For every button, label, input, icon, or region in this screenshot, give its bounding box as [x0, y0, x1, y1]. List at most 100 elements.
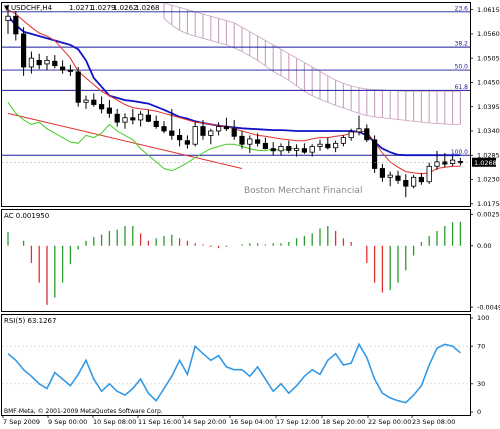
candle-body[interactable] — [114, 113, 120, 123]
cloud-span-a — [179, 7, 188, 11]
cloud-span-b — [319, 98, 328, 103]
cloud-span-b — [257, 60, 266, 66]
candle-body[interactable] — [184, 140, 190, 145]
candle-body[interactable] — [5, 15, 11, 22]
ac-axis-label: 0.00 — [477, 242, 491, 250]
cloud-span-b — [304, 90, 313, 97]
candle-body[interactable] — [239, 135, 245, 145]
candle-body[interactable] — [200, 126, 206, 136]
candle-body[interactable] — [278, 146, 284, 152]
fib-level-label: 61.8 — [455, 84, 469, 91]
candle-body[interactable] — [106, 107, 112, 114]
candle-body[interactable] — [52, 60, 58, 67]
rsi-label: RSI(5) 63.1267 — [4, 317, 56, 325]
candle-body[interactable] — [99, 104, 105, 110]
fib-level-label: 38.2 — [455, 41, 469, 48]
candle-body[interactable] — [262, 142, 269, 150]
candle-body[interactable] — [293, 148, 300, 151]
cloud-span-b — [218, 42, 227, 46]
candle-body[interactable] — [153, 120, 159, 127]
price-panel: 23.638.250.061.8100.01.02681.06151.05601… — [2, 2, 500, 208]
cloud-span-a — [280, 48, 289, 55]
cloud-span-b — [343, 107, 352, 112]
time-axis-label: 7 Sep 2009 — [3, 418, 40, 426]
time-axis-label: 14 Sep 20:00 — [183, 418, 226, 426]
candle-body[interactable] — [247, 138, 253, 145]
candle-body[interactable] — [387, 174, 393, 178]
candle-body[interactable] — [91, 99, 97, 105]
candle-body[interactable] — [130, 117, 136, 121]
candle-body[interactable] — [449, 159, 456, 165]
candle-body[interactable] — [348, 131, 354, 138]
candle-body[interactable] — [340, 137, 347, 144]
cloud-span-b — [234, 47, 243, 52]
candle-body[interactable] — [122, 117, 128, 123]
candle-body[interactable] — [231, 128, 237, 137]
candle-body[interactable] — [418, 176, 425, 183]
candle-body[interactable] — [356, 128, 362, 133]
price-axis-label: 1.0175 — [477, 200, 500, 208]
rsi-line — [7, 342, 461, 404]
cloud-span-a — [234, 22, 243, 28]
candle-body[interactable] — [137, 113, 144, 121]
cloud-span-b — [312, 95, 321, 100]
candle-body[interactable] — [364, 128, 370, 141]
candle-body[interactable] — [28, 57, 35, 68]
dropdown-triangle-icon[interactable]: ▼ — [4, 4, 10, 12]
rsi-axis-label: 70 — [477, 342, 485, 350]
candle-body[interactable] — [44, 59, 50, 65]
price-axis-label: 1.0450 — [477, 79, 500, 87]
cloud-span-a — [327, 75, 336, 81]
candle-body[interactable] — [75, 71, 81, 103]
cloud-span-a — [296, 57, 305, 63]
rsi-axis-label: 0 — [477, 408, 481, 416]
candle-body[interactable] — [13, 15, 19, 35]
ac-axis-label: -0.00498 — [477, 303, 500, 311]
candle-body[interactable] — [395, 175, 401, 181]
candle-body[interactable] — [286, 146, 292, 151]
candle-body[interactable] — [60, 66, 66, 71]
price-axis-label: 1.0615 — [477, 6, 500, 14]
candle-body[interactable] — [379, 168, 386, 178]
candle-body[interactable] — [325, 143, 331, 149]
rsi-axis-label: 100 — [477, 314, 489, 322]
cloud-span-b — [241, 51, 250, 57]
current-price-label: 1.0268 — [474, 159, 497, 167]
candle-body[interactable] — [301, 148, 308, 153]
cloud-span-a — [319, 71, 328, 77]
candle-body[interactable] — [309, 146, 315, 153]
candle-body[interactable] — [332, 142, 339, 149]
chart-canvas[interactable]: 23.638.250.061.8100.01.02681.06151.05601… — [0, 0, 500, 429]
candle-body[interactable] — [169, 130, 175, 136]
candle-body[interactable] — [426, 165, 432, 183]
candle-body[interactable] — [192, 126, 198, 145]
candle-body[interactable] — [223, 126, 229, 130]
candle-body[interactable] — [317, 143, 323, 147]
candle-body[interactable] — [83, 99, 89, 103]
candle-body[interactable] — [176, 134, 183, 141]
candle-body[interactable] — [208, 130, 214, 136]
candle-body[interactable] — [215, 126, 222, 132]
candle-body[interactable] — [410, 176, 417, 187]
candle-body[interactable] — [145, 114, 151, 122]
cloud-span-a — [202, 13, 211, 17]
cloud-span-a — [249, 31, 258, 37]
copyright-text: BMF-Meta, © 2001-2009 MetaQuotes Softwar… — [4, 408, 163, 415]
time-axis-label: 23 Sep 08:00 — [412, 418, 455, 426]
candle-body[interactable] — [67, 69, 73, 72]
candle-body[interactable] — [161, 126, 167, 132]
price-header: ▼ USDCHF,H4 1.0271 1.0279 1.0262 1.0268 — [4, 4, 160, 12]
cloud-span-b — [171, 24, 180, 31]
candle-body[interactable] — [371, 139, 378, 169]
cloud-span-a — [288, 53, 297, 59]
cloud-span-b — [358, 112, 367, 116]
candle-body[interactable] — [403, 180, 409, 187]
chart-frame — [1, 2, 471, 416]
candle-body[interactable] — [254, 139, 261, 144]
cloud-span-b — [179, 29, 188, 35]
candle-body[interactable] — [36, 59, 42, 66]
time-axis-label: 11 Sep 16:00 — [138, 418, 181, 426]
candle-body[interactable] — [20, 33, 27, 68]
candle-body[interactable] — [270, 148, 276, 152]
price-axis-label: 1.0505 — [477, 54, 500, 62]
